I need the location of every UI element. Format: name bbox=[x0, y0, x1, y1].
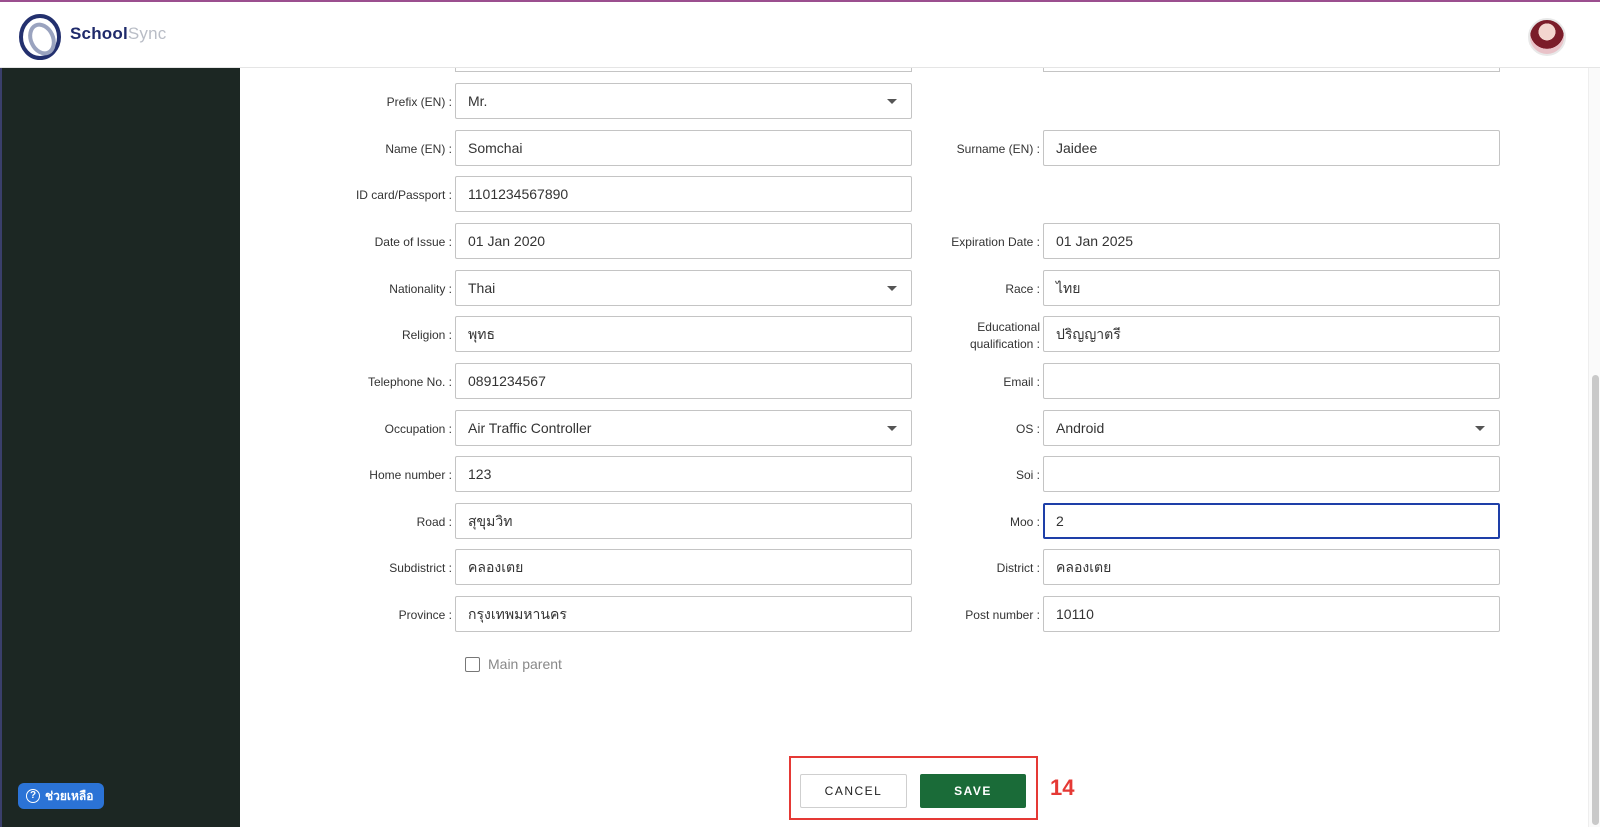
date-of-issue-input[interactable]: 01 Jan 2020 bbox=[455, 223, 912, 259]
district-label: District : bbox=[996, 561, 1040, 575]
subdistrict-input[interactable]: คลองเตย bbox=[455, 549, 912, 585]
district-input[interactable]: คลองเตย bbox=[1043, 549, 1500, 585]
schoolsync-logo-icon bbox=[19, 14, 61, 60]
nationality-label: Nationality : bbox=[389, 282, 452, 296]
save-button[interactable]: SAVE bbox=[920, 774, 1026, 808]
id-card-input[interactable]: 1101234567890 bbox=[455, 176, 912, 212]
race-label: Race : bbox=[1005, 282, 1040, 296]
province-label: Province : bbox=[398, 608, 452, 622]
id-card-label: ID card/Passport : bbox=[355, 188, 452, 202]
home-number-label: Home number : bbox=[369, 468, 452, 482]
education-input[interactable]: ปริญญาตรี bbox=[1043, 316, 1500, 352]
os-label: OS : bbox=[1015, 422, 1040, 436]
page-scrollbar[interactable] bbox=[1588, 68, 1600, 827]
telephone-input[interactable]: 0891234567 bbox=[455, 363, 912, 399]
name-en-input[interactable]: Somchai bbox=[455, 130, 912, 166]
user-avatar[interactable] bbox=[1528, 18, 1566, 56]
road-input[interactable]: สุขุมวิท bbox=[455, 503, 912, 539]
expiration-date-label: Expiration Date : bbox=[951, 235, 1040, 249]
name-en-label: Name (EN) : bbox=[385, 142, 452, 156]
app-brand[interactable]: SchoolSync bbox=[70, 24, 166, 44]
religion-label: Religion : bbox=[401, 328, 452, 342]
education-label: Educational qualification : bbox=[969, 320, 1040, 351]
sidebar bbox=[0, 68, 240, 827]
cancel-button[interactable]: CANCEL bbox=[800, 774, 907, 808]
annotation-step-number: 14 bbox=[1050, 775, 1075, 800]
occupation-label: Occupation : bbox=[384, 422, 452, 436]
post-number-input[interactable]: 10110 bbox=[1043, 596, 1500, 632]
post-number-label: Post number : bbox=[965, 608, 1040, 622]
os-select[interactable]: Android bbox=[1043, 410, 1500, 446]
nationality-select[interactable]: Thai bbox=[455, 270, 912, 306]
help-label: ช่วยเหลือ bbox=[45, 788, 94, 803]
religion-input[interactable]: พุทธ bbox=[455, 316, 912, 352]
soi-label: Soi : bbox=[1015, 468, 1040, 482]
telephone-label: Telephone No. : bbox=[367, 375, 452, 389]
race-input[interactable]: ไทย bbox=[1043, 270, 1500, 306]
main-parent-label[interactable]: Main parent bbox=[488, 656, 562, 672]
road-label: Road : bbox=[416, 515, 452, 529]
chevron-down-icon bbox=[1475, 426, 1485, 431]
main-parent-checkbox[interactable] bbox=[465, 657, 480, 672]
occupation-select[interactable]: Air Traffic Controller bbox=[455, 410, 912, 446]
prefix-en-select[interactable]: Mr. bbox=[455, 83, 912, 119]
prefix-en-label: Prefix (EN) : bbox=[386, 95, 452, 109]
province-input[interactable]: กรุงเทพมหานคร bbox=[455, 596, 912, 632]
subdistrict-label: Subdistrict : bbox=[389, 561, 452, 575]
help-button[interactable]: ? ช่วยเหลือ bbox=[18, 783, 104, 809]
scroll-thumb[interactable] bbox=[1592, 375, 1599, 825]
moo-input[interactable]: 2 bbox=[1043, 503, 1500, 539]
moo-label: Moo : bbox=[1009, 515, 1040, 529]
home-number-input[interactable]: 123 bbox=[455, 456, 912, 492]
email-label: Email : bbox=[1003, 375, 1040, 389]
top-bar: SchoolSync bbox=[0, 0, 1600, 68]
question-circle-icon: ? bbox=[26, 789, 40, 803]
chevron-down-icon bbox=[887, 99, 897, 104]
date-of-issue-label: Date of Issue : bbox=[374, 235, 452, 249]
expiration-date-input[interactable]: 01 Jan 2025 bbox=[1043, 223, 1500, 259]
surname-en-input[interactable]: Jaidee bbox=[1043, 130, 1500, 166]
soi-input[interactable] bbox=[1043, 456, 1500, 492]
surname-en-label: Surname (EN) : bbox=[956, 142, 1040, 156]
email-input[interactable] bbox=[1043, 363, 1500, 399]
